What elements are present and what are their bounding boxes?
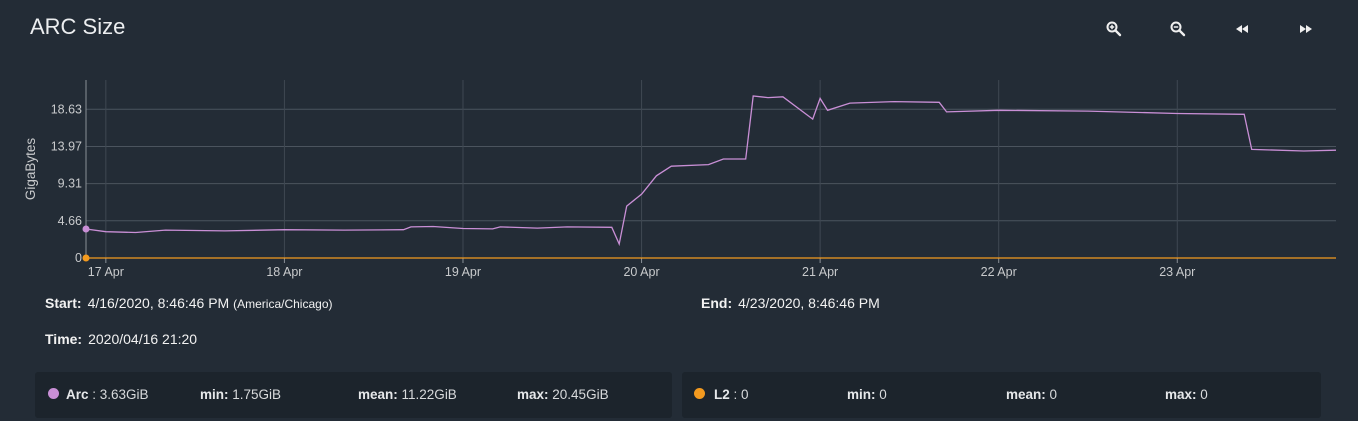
arc-legend-dot	[48, 388, 59, 399]
y-axis-label: GigaBytes	[23, 138, 38, 201]
end-value: 4/23/2020, 8:46:46 PM	[738, 295, 880, 311]
arc-cursor-point	[82, 225, 90, 233]
time-value: 2020/04/16 21:20	[88, 331, 198, 347]
y-tick-label: 9.31	[58, 177, 82, 191]
l2-min: min: 0	[847, 387, 887, 402]
arc-series-line	[85, 95, 1337, 247]
start-info: Start: 4/16/2020, 8:46:46 PM (America/Chi…	[45, 295, 333, 311]
start-label: Start:	[45, 295, 82, 311]
l2-mean: mean: 0	[1006, 387, 1058, 402]
arc-current: Arc : 3.63GiB	[66, 387, 149, 402]
y-tick-label: 13.97	[51, 139, 82, 153]
l2-legend-dot	[694, 388, 705, 399]
start-value: 4/16/2020, 8:46:46 PM	[87, 295, 230, 311]
timezone: (America/Chicago)	[233, 297, 333, 311]
y-tick-label: 18.63	[51, 102, 82, 116]
x-tick-label: 20 Apr	[623, 265, 659, 279]
x-tick-label: 19 Apr	[445, 265, 481, 279]
x-tick-label: 21 Apr	[802, 265, 838, 279]
arc-mean: mean: 11.22GiB	[358, 387, 457, 402]
arc-max: max: 20.45GiB	[517, 387, 609, 402]
x-tick-label: 18 Apr	[266, 265, 302, 279]
time-label: Time:	[45, 331, 83, 347]
y-tick-label: 0	[75, 251, 82, 265]
l2-max: max: 0	[1165, 387, 1208, 402]
y-tick-label: 4.66	[58, 214, 82, 228]
l2-cursor-point	[82, 254, 90, 262]
arc-size-chart[interactable]: 0 4.66 9.31 13.97 18.63 17 Apr 18 Apr 19 Apr 20 …	[0, 0, 1358, 290]
x-tick-label: 23 Apr	[1159, 265, 1195, 279]
end-info: End: 4/23/2020, 8:46:46 PM	[701, 295, 880, 311]
legend-arc[interactable]: Arc : 3.63GiB min: 1.75GiB mean: 11.22Gi…	[35, 372, 672, 418]
arc-min: min: 1.75GiB	[200, 387, 282, 402]
x-tick-label: 17 Apr	[88, 265, 124, 279]
l2-current: L2 : 0	[714, 387, 749, 402]
end-label: End:	[701, 295, 733, 311]
legend-l2[interactable]: L2 : 0 min: 0 mean: 0 max: 0	[682, 372, 1321, 418]
time-info: Time: 2020/04/16 21:20	[45, 331, 197, 347]
x-tick-label: 22 Apr	[981, 265, 1017, 279]
